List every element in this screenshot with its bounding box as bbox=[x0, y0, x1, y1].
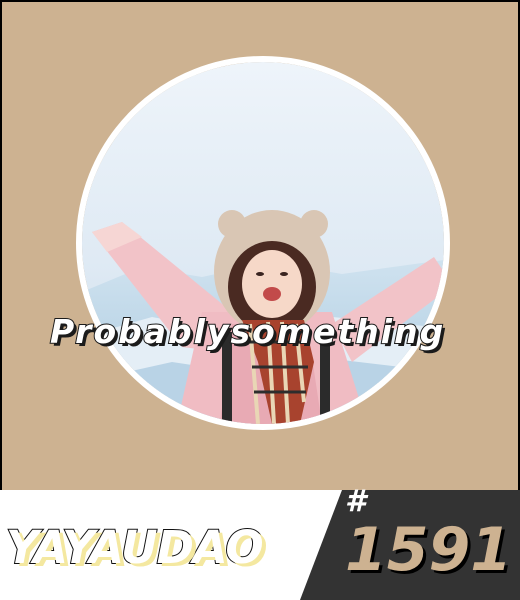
circular-portrait-photo bbox=[76, 56, 450, 430]
brand-title: YAYAUDAO bbox=[5, 520, 265, 575]
issue-number: 1591 bbox=[345, 515, 512, 585]
photo-caption-text: Probablysomething bbox=[49, 311, 446, 352]
cover-card: Probablysomething YAYAUDAO # 1591 bbox=[0, 0, 520, 600]
portrait-photo-icon bbox=[82, 62, 444, 424]
